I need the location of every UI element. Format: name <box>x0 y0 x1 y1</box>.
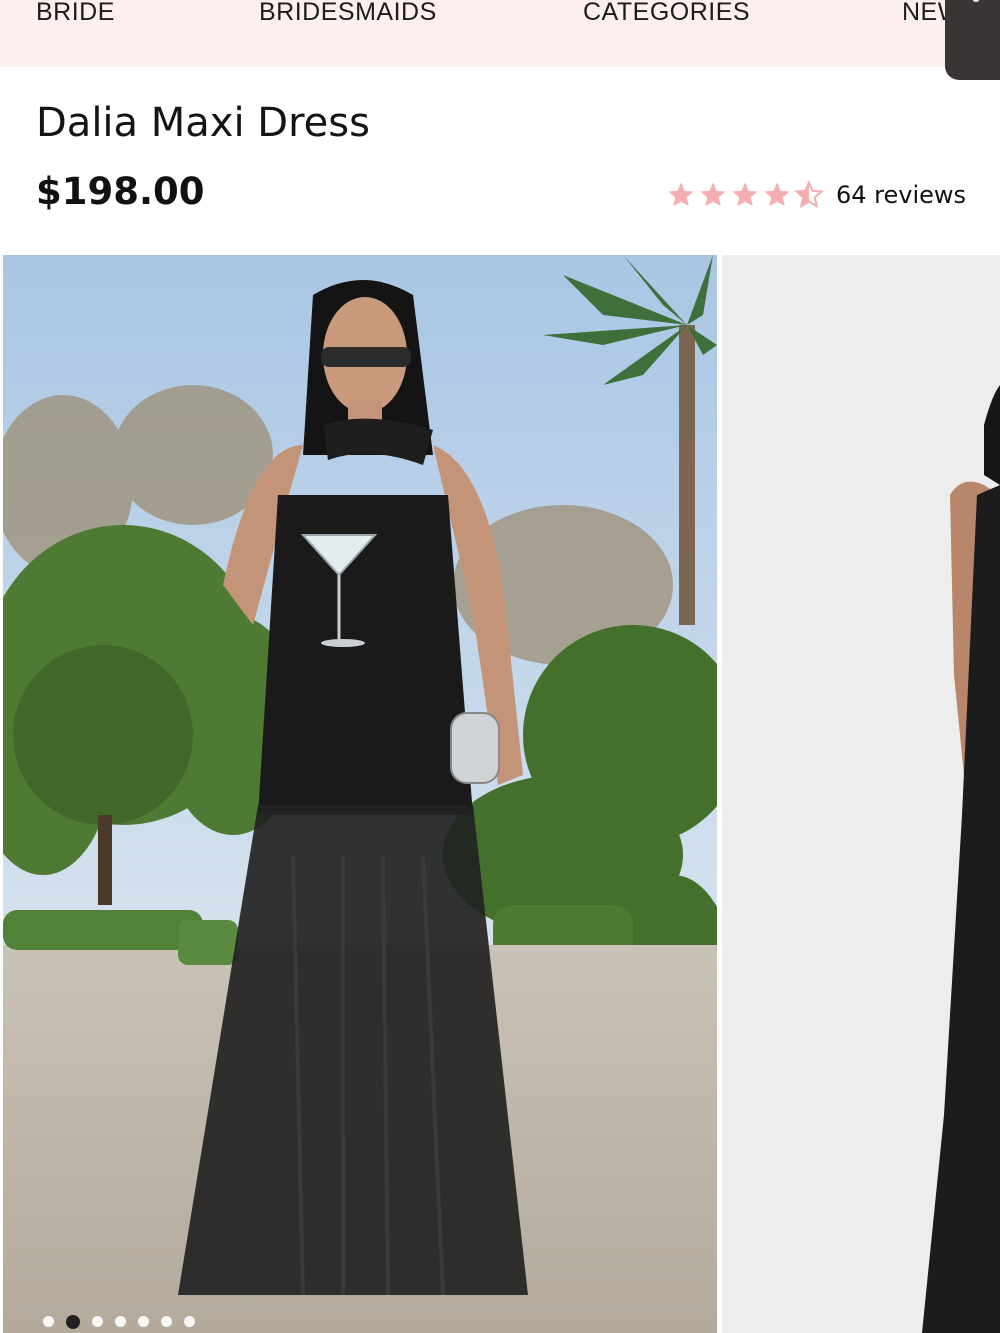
top-navigation: BRIDE BRIDESMAIDS CATEGORIES NEW <box>0 0 1000 67</box>
carousel-dot[interactable] <box>92 1316 103 1327</box>
nav-item-bridesmaids[interactable]: BRIDESMAIDS <box>259 0 437 27</box>
product-photo-lifestyle[interactable] <box>3 255 717 1333</box>
carousel-dot[interactable] <box>161 1316 172 1327</box>
model-studio-image <box>722 255 1000 1333</box>
product-rating[interactable]: 64 reviews <box>666 176 966 214</box>
carousel-dot[interactable] <box>138 1316 149 1327</box>
floating-widget-button[interactable] <box>945 0 1000 80</box>
product-price: $198.00 <box>36 170 205 213</box>
product-photo-studio[interactable] <box>722 255 1000 1333</box>
model-in-garden-image <box>3 255 717 1333</box>
star-icon <box>668 182 694 207</box>
carousel-dot[interactable] <box>115 1316 126 1327</box>
reviews-link[interactable]: 64 reviews <box>836 181 966 209</box>
star-icon <box>700 182 726 207</box>
nav-item-bride[interactable]: BRIDE <box>36 0 115 27</box>
product-title: Dalia Maxi Dress <box>36 100 370 146</box>
nav-item-categories[interactable]: CATEGORIES <box>583 0 750 27</box>
product-image-carousel[interactable] <box>0 255 1000 1333</box>
carousel-dot[interactable] <box>43 1316 54 1327</box>
star-icon <box>764 182 790 207</box>
carousel-pagination <box>43 1315 195 1329</box>
star-rating <box>666 180 824 210</box>
star-icon <box>732 182 758 207</box>
carousel-dot[interactable] <box>184 1316 195 1327</box>
carousel-dot-active[interactable] <box>66 1315 80 1329</box>
half-star-icon <box>794 180 824 209</box>
nav-item-new[interactable]: NEW <box>902 0 946 27</box>
